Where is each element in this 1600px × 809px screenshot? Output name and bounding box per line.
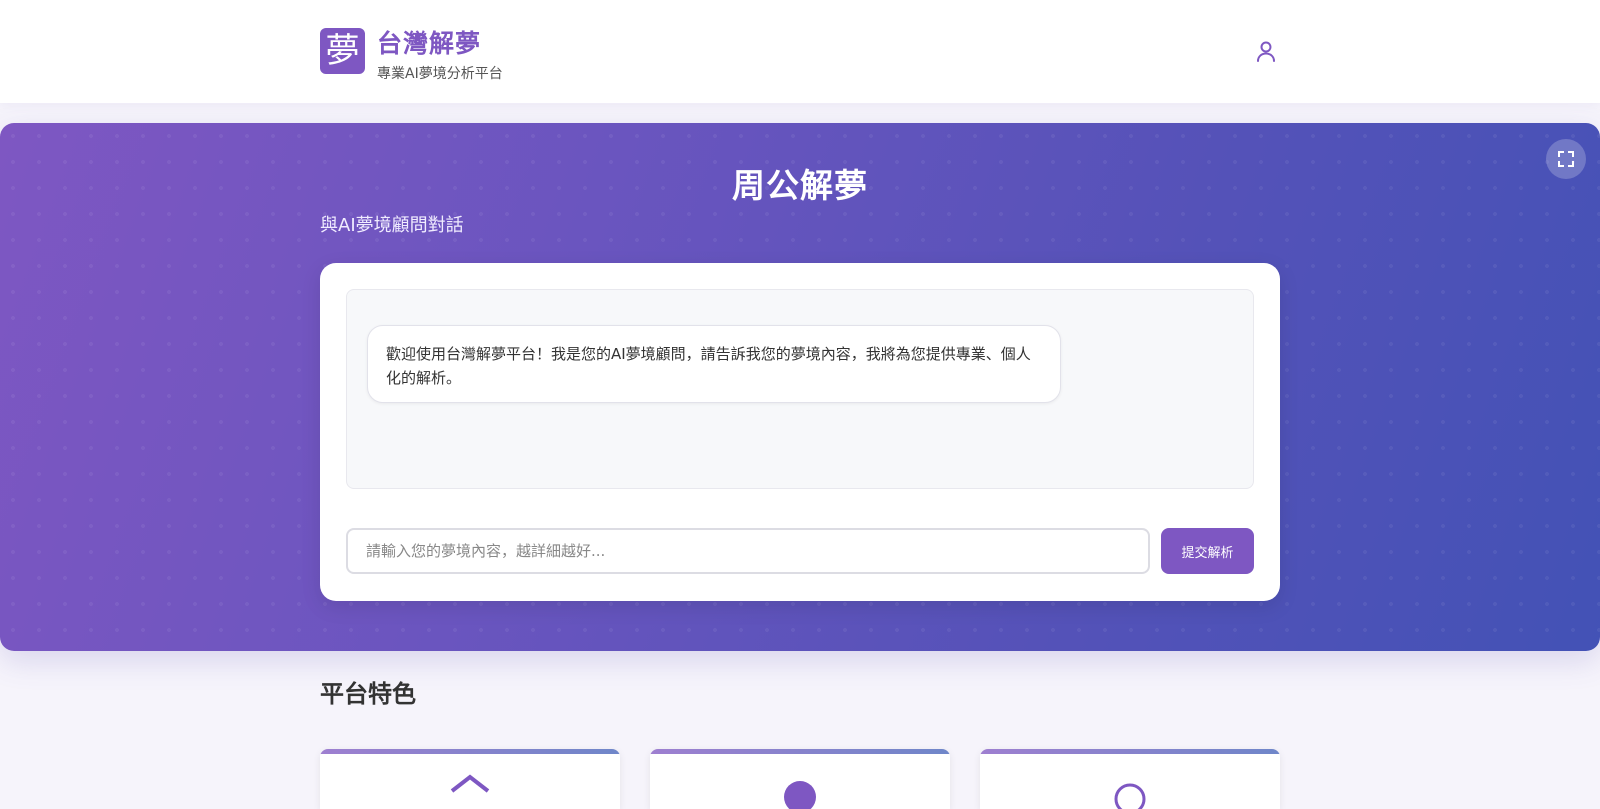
chat-messages-area[interactable]: 歡迎使用台灣解夢平台！我是您的AI夢境顧問，請告訴我您的夢境內容，我將為您提供專…: [346, 289, 1254, 489]
feature-card-accent: [980, 749, 1280, 754]
user-icon[interactable]: [1252, 38, 1280, 66]
site-header: 夢 台灣解夢 專業AI夢境分析平台: [0, 0, 1600, 103]
circle-icon: [776, 769, 824, 809]
logo-icon[interactable]: 夢: [320, 28, 365, 74]
feature-card-accent: [650, 749, 950, 754]
shield-icon: [446, 769, 494, 809]
feature-card-accent: [320, 749, 620, 754]
circle-icon: [1106, 769, 1154, 809]
hero-section: 周公解夢 與AI夢境顧問對話 歡迎使用台灣解夢平台！我是您的AI夢境顧問，請告訴…: [0, 123, 1600, 651]
page-title: 周公解夢: [732, 166, 868, 205]
features-title: 平台特色: [320, 680, 416, 708]
submit-analysis-button[interactable]: 提交解析: [1161, 528, 1254, 574]
dream-input[interactable]: [346, 528, 1150, 574]
feature-card[interactable]: [650, 749, 950, 809]
chat-card: 歡迎使用台灣解夢平台！我是您的AI夢境顧問，請告訴我您的夢境內容，我將為您提供專…: [320, 263, 1280, 601]
brand-title[interactable]: 台灣解夢: [377, 24, 481, 60]
hero-subtitle: 與AI夢境顧問對話: [320, 215, 464, 236]
header-inner: 夢 台灣解夢 專業AI夢境分析平台: [320, 0, 1280, 103]
feature-card[interactable]: [980, 749, 1280, 809]
feature-card[interactable]: [320, 749, 620, 809]
assistant-message-bubble: 歡迎使用台灣解夢平台！我是您的AI夢境顧問，請告訴我您的夢境內容，我將為您提供專…: [367, 325, 1061, 403]
brand-subtitle: 專業AI夢境分析平台: [377, 66, 503, 82]
